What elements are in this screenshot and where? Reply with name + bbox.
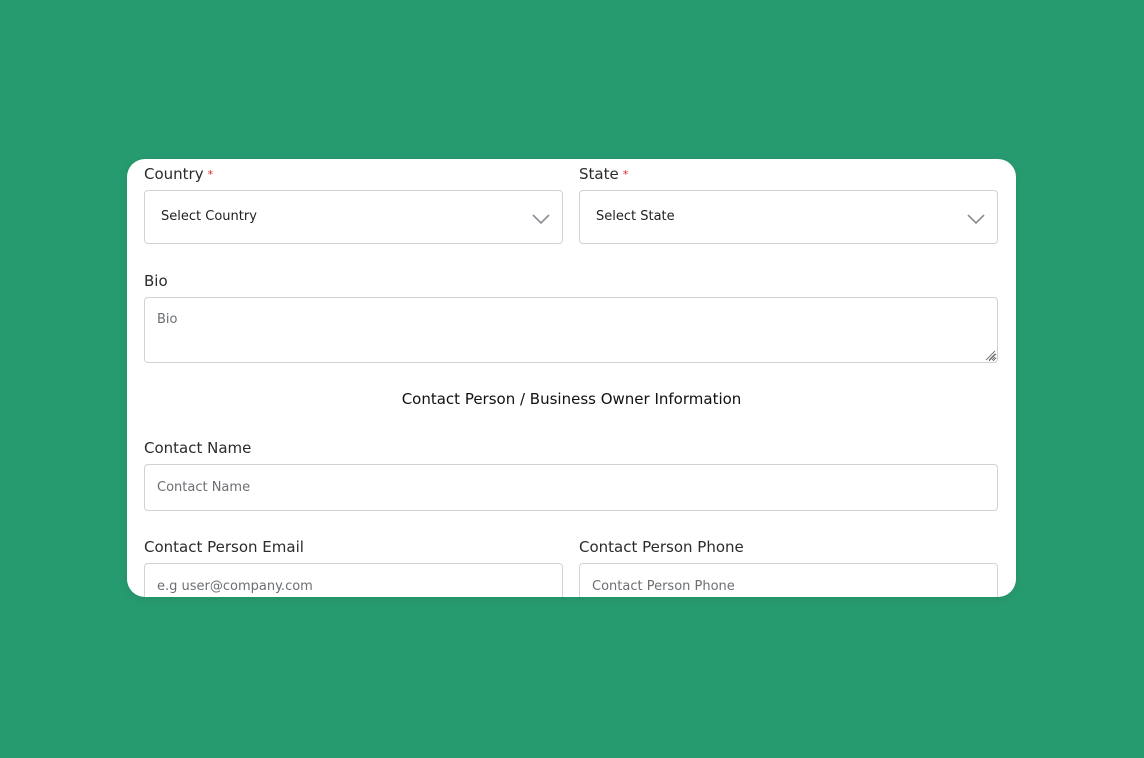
bio-field-wrapper (144, 297, 998, 363)
chevron-down-icon (532, 214, 550, 225)
bio-textarea[interactable] (144, 297, 998, 363)
contact-email-label: Contact Person Email (144, 538, 304, 556)
country-select-value: Select Country (161, 209, 257, 224)
contact-phone-label: Contact Person Phone (579, 538, 744, 556)
country-select[interactable]: Select Country (144, 190, 563, 244)
state-select[interactable]: Select State (579, 190, 998, 244)
contact-phone-input[interactable] (579, 563, 998, 597)
state-label: State * (579, 165, 628, 183)
contact-email-input[interactable] (144, 563, 563, 597)
state-select-value: Select State (596, 209, 675, 224)
resize-grip-icon[interactable] (984, 349, 996, 361)
bio-label: Bio (144, 272, 168, 290)
form-card: Country * Select Country State * Select St… (127, 159, 1016, 597)
state-required-mark: * (622, 168, 629, 181)
country-label-text: Country (144, 165, 204, 183)
chevron-down-icon (967, 214, 985, 225)
country-required-mark: * (207, 168, 214, 181)
state-label-text: State (579, 165, 619, 183)
country-label: Country * (144, 165, 213, 183)
section-title: Contact Person / Business Owner Informat… (401, 390, 742, 408)
contact-name-label: Contact Name (144, 439, 252, 457)
contact-name-input[interactable] (144, 464, 998, 511)
